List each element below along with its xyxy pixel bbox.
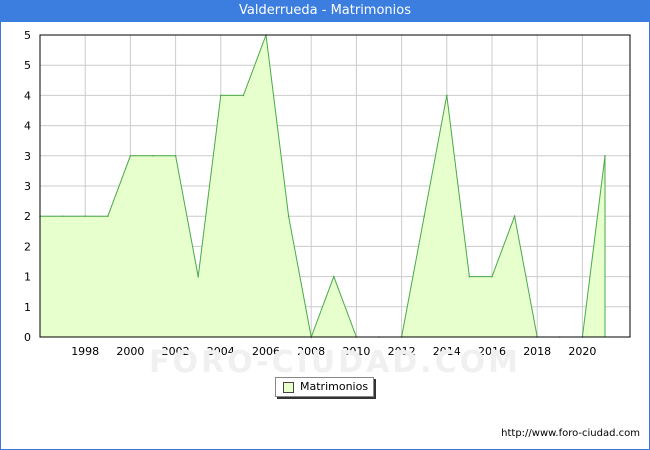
y-tick-label: 5 [24,59,31,72]
legend-swatch [283,382,294,393]
data-point [152,155,154,157]
y-tick-label: 5 [24,29,31,42]
x-tick-label: 1998 [71,345,99,358]
source-url: http://www.foro-ciudad.com [501,428,640,439]
data-point [84,215,86,217]
y-tick-label: 4 [24,89,31,102]
data-point [333,275,335,278]
data-point [107,215,109,217]
y-tick-label: 1 [24,301,31,314]
x-tick-label: 2018 [523,345,551,358]
y-tick-label: 3 [24,180,31,193]
data-point [242,94,245,97]
data-point [61,215,64,217]
y-tick-label: 2 [24,210,31,223]
data-point [446,94,448,97]
x-tick-label: 2000 [116,345,144,358]
x-axis-ticks: 1998 2000 2002 2004 2006 2008 2010 2012 2014 2016… [71,345,596,380]
watermark: FORO-CIUDAD.COM [149,345,521,380]
data-point [513,215,516,217]
data-point [468,275,471,278]
y-tick-label: 1 [24,271,31,284]
x-tick-label: 2020 [568,345,596,358]
data-point [129,155,132,157]
data-point [197,275,199,278]
y-axis-ticks: 0 1 1 2 2 3 3 4 4 5 5 [24,29,31,344]
data-point [220,94,222,97]
legend-label: Matrimonios [300,380,369,393]
data-point [423,215,426,217]
legend: Matrimonios [275,377,374,397]
y-tick-label: 2 [24,240,31,253]
data-point [604,155,606,157]
y-tick-label: 0 [24,331,31,344]
data-point [174,155,177,157]
y-tick-label: 3 [24,150,31,163]
data-point [287,215,290,217]
y-tick-label: 4 [24,120,31,133]
data-point [491,275,493,278]
